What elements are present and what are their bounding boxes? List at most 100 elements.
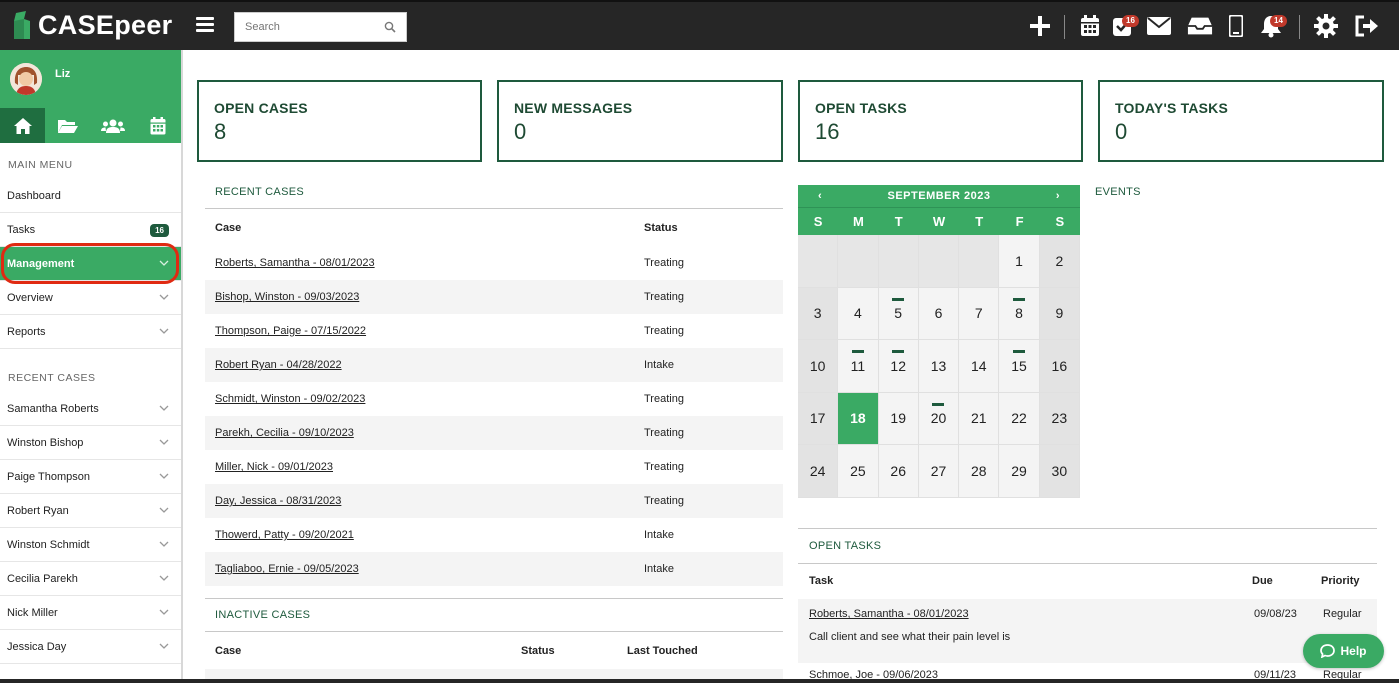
case-link[interactable]: Bishop, Winston - 09/03/2023 xyxy=(215,291,359,303)
help-button[interactable]: Help xyxy=(1303,634,1384,668)
tab-contacts[interactable] xyxy=(91,108,136,143)
calendar-day-cell[interactable]: 21 xyxy=(959,392,1000,445)
stat-label: TODAY'S TASKS xyxy=(1115,100,1229,116)
stat-value: 0 xyxy=(514,119,527,144)
case-link[interactable]: Schmidt, Winston - 09/02/2023 xyxy=(215,393,365,405)
case-link[interactable]: Parekh, Cecilia - 09/10/2023 xyxy=(215,427,354,439)
recent-case-label: Winston Bishop xyxy=(7,436,84,449)
recent-case-item[interactable]: Paige Thompson xyxy=(0,460,181,494)
calendar-grid: 1 2 3 4 5 6 7 8 9 10 11 12 13 14 15 16 17 18 19 20 21 22 23 24 2… xyxy=(798,235,1080,498)
calendar-next-button[interactable]: › xyxy=(1056,190,1060,202)
calendar-day-cell[interactable]: 27 xyxy=(918,445,960,498)
weekday-label: M xyxy=(853,214,864,229)
menu-item-reports[interactable]: Reports xyxy=(0,315,181,349)
calendar-day-cell[interactable]: 4 xyxy=(838,287,879,340)
calendar-day-cell[interactable]: 19 xyxy=(878,392,919,445)
recent-case-item[interactable]: Jessica Day xyxy=(0,630,181,664)
calendar-day-cell[interactable]: 16 xyxy=(1039,340,1080,393)
case-status: Treating xyxy=(644,461,684,473)
stat-card-todays-tasks[interactable]: TODAY'S TASKS 0 xyxy=(1098,80,1384,162)
logo[interactable]: CASEpeer xyxy=(12,10,172,41)
calendar-icon[interactable] xyxy=(1077,13,1103,39)
inactive-cases-title: INACTIVE CASES xyxy=(215,609,311,621)
calendar-day-cell[interactable]: 14 xyxy=(959,340,1000,393)
user-name: Liz xyxy=(55,68,71,80)
logo-icon xyxy=(14,10,30,39)
calendar-day-cell[interactable]: 25 xyxy=(838,445,879,498)
calendar-day-cell[interactable]: 3 xyxy=(798,287,839,340)
hamburger-menu-icon[interactable] xyxy=(196,17,214,33)
case-link[interactable]: Thowerd, Patty - 09/20/2021 xyxy=(215,529,354,541)
calendar-day-cell[interactable]: 10 xyxy=(798,340,839,393)
calendar-day-cell[interactable]: 1 xyxy=(999,235,1040,288)
table-body: Roberts, Samantha - 08/01/2023 Treating Bi… xyxy=(205,246,783,586)
envelope-icon[interactable] xyxy=(1146,13,1172,39)
case-link[interactable]: Day, Jessica - 08/31/2023 xyxy=(215,495,341,507)
case-link[interactable]: Miller, Nick - 09/01/2023 xyxy=(215,461,333,473)
stat-value: 16 xyxy=(815,119,840,144)
calendar-day-cell[interactable]: 30 xyxy=(1039,445,1080,498)
plus-icon[interactable] xyxy=(1027,13,1053,39)
calendar-day-cell[interactable]: 17 xyxy=(798,392,839,445)
stat-card-open-cases[interactable]: OPEN CASES 8 xyxy=(197,80,482,162)
chevron-down-icon xyxy=(159,294,169,300)
task-description: Call client and see what their pain leve… xyxy=(809,631,1011,643)
calendar-day-cell[interactable]: 2 xyxy=(1039,235,1080,288)
calendar-day-cell[interactable]: 15 xyxy=(999,340,1040,393)
case-link[interactable]: Roberts, Samantha - 08/01/2023 xyxy=(215,257,375,269)
case-link[interactable]: Tagliaboo, Ernie - 09/05/2023 xyxy=(215,563,359,575)
recent-case-item[interactable]: Winston Bishop xyxy=(0,426,181,460)
sidebar-tabs xyxy=(0,108,181,143)
calendar-day-cell[interactable]: 29 xyxy=(999,445,1040,498)
calendar-day-cell[interactable]: 12 xyxy=(878,340,919,393)
calendar-day-cell[interactable]: 28 xyxy=(959,445,1000,498)
calendar-day-cell[interactable]: 9 xyxy=(1039,287,1080,340)
recent-cases-table: Case Status Roberts, Samantha - 08/01/20… xyxy=(205,210,783,586)
calendar-day-cell[interactable]: 6 xyxy=(918,287,960,340)
search-icon[interactable] xyxy=(384,21,396,33)
menu-item-dashboard[interactable]: Dashboard xyxy=(0,179,181,213)
recent-case-item[interactable]: Cecilia Parekh xyxy=(0,562,181,596)
event-marker xyxy=(892,297,905,301)
calendar-prev-button[interactable]: ‹ xyxy=(818,190,822,202)
tab-calendar[interactable] xyxy=(136,108,181,143)
case-link[interactable]: Thompson, Paige - 07/15/2022 xyxy=(215,325,366,337)
calendar-today-cell[interactable]: 18 xyxy=(838,392,879,445)
tab-home[interactable] xyxy=(0,108,46,143)
menu-item-overview[interactable]: Overview xyxy=(0,281,181,315)
table-row: Day, Jessica - 08/31/2023 Treating xyxy=(205,484,783,518)
recent-case-item[interactable]: Robert Ryan xyxy=(0,494,181,528)
recent-case-item[interactable]: Winston Schmidt xyxy=(0,528,181,562)
calendar-day-cell[interactable]: 7 xyxy=(959,287,1000,340)
task-case-link[interactable]: Roberts, Samantha - 08/01/2023 xyxy=(809,608,969,620)
column-header-case: Case xyxy=(215,645,242,657)
menu-item-tasks[interactable]: Tasks 16 xyxy=(0,213,181,247)
case-link[interactable]: Robert Ryan - 04/28/2022 xyxy=(215,359,342,371)
avatar[interactable] xyxy=(10,63,42,95)
table-row xyxy=(205,669,783,679)
stat-card-new-messages[interactable]: NEW MESSAGES 0 xyxy=(497,80,783,162)
toolbar-divider xyxy=(1064,15,1065,39)
menu-item-management[interactable]: Management xyxy=(0,247,181,281)
calendar-day-cell[interactable]: 8 xyxy=(999,287,1040,340)
home-icon xyxy=(13,117,32,134)
calendar-day-cell[interactable]: 11 xyxy=(838,340,879,393)
recent-case-item[interactable]: Nick Miller xyxy=(0,596,181,630)
calendar-day-cell[interactable]: 26 xyxy=(878,445,919,498)
inbox-icon[interactable] xyxy=(1187,13,1213,39)
mobile-icon[interactable] xyxy=(1223,13,1249,39)
calendar-day-cell[interactable]: 13 xyxy=(918,340,960,393)
calendar-empty-cell xyxy=(798,235,839,288)
search-input[interactable] xyxy=(235,13,375,41)
tab-cases[interactable] xyxy=(45,108,90,143)
calendar-weekdays: S M T W T F S xyxy=(798,207,1080,235)
calendar-day-cell[interactable]: 20 xyxy=(918,392,960,445)
calendar-day-cell[interactable]: 23 xyxy=(1039,392,1080,445)
stat-card-open-tasks[interactable]: OPEN TASKS 16 xyxy=(798,80,1083,162)
calendar-day-cell[interactable]: 22 xyxy=(999,392,1040,445)
recent-case-item[interactable]: Samantha Roberts xyxy=(0,392,181,426)
logout-icon[interactable] xyxy=(1354,13,1380,39)
calendar-day-cell[interactable]: 5 xyxy=(878,287,919,340)
gear-icon[interactable] xyxy=(1313,13,1339,39)
calendar-day-cell[interactable]: 24 xyxy=(798,445,839,498)
